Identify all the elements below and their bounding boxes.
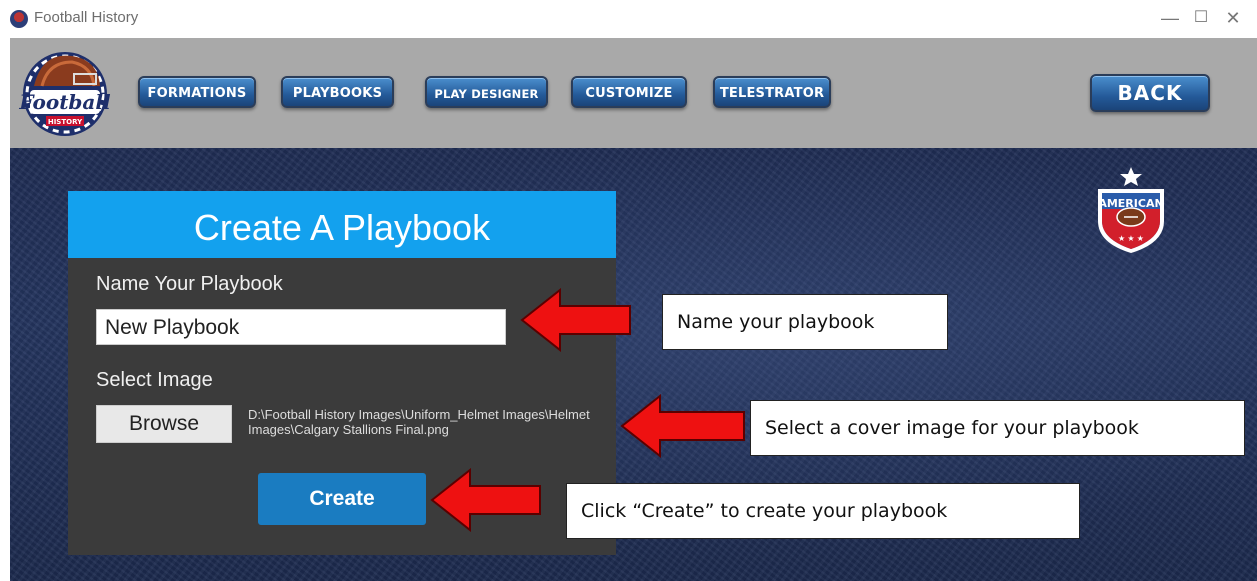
nav-telestrator-button[interactable]: TELESTRATOR [713, 76, 831, 108]
top-toolbar: Football HISTORY FORMATIONS PLAYBOOKS PL… [10, 38, 1257, 148]
back-button[interactable]: BACK [1090, 74, 1210, 112]
window-titlebar: Football History — ☐ ✕ [0, 0, 1257, 38]
nav-customize-button[interactable]: CUSTOMIZE [571, 76, 687, 108]
svg-text:★ ★ ★: ★ ★ ★ [1118, 234, 1144, 243]
close-icon[interactable]: ✕ [1220, 6, 1246, 30]
create-button[interactable]: Create [258, 473, 426, 525]
logo-subtext: HISTORY [48, 118, 83, 126]
selected-image-path: D:\Football History Images\Uniform_Helme… [248, 407, 590, 437]
playbook-name-input[interactable]: New Playbook [96, 309, 506, 345]
nav-playbooks-button[interactable]: PLAYBOOKS [281, 76, 394, 108]
name-callout: Name your playbook [662, 294, 948, 350]
browse-button[interactable]: Browse [96, 405, 232, 443]
image-callout: Select a cover image for your playbook [750, 400, 1245, 456]
dialog-title: Create A Playbook [68, 191, 616, 258]
select-image-label: Select Image [96, 369, 213, 391]
window-title: Football History [34, 9, 139, 26]
arrow-left-icon [430, 468, 541, 532]
minimize-icon[interactable]: — [1157, 6, 1183, 30]
badge-text: AMERICAN [1098, 197, 1163, 210]
football-history-logo[interactable]: Football HISTORY [12, 46, 118, 138]
arrow-left-icon [520, 288, 631, 352]
arrow-left-icon [620, 394, 745, 458]
maximize-icon[interactable]: ☐ [1188, 6, 1214, 30]
nav-play-designer-button[interactable]: PLAY DESIGNER [425, 76, 548, 108]
create-callout: Click “Create” to create your playbook [566, 483, 1080, 539]
logo-text: Football [18, 90, 111, 114]
nav-formations-button[interactable]: FORMATIONS [138, 76, 256, 108]
name-playbook-label: Name Your Playbook [96, 273, 283, 295]
app-icon [10, 10, 28, 28]
american-football-badge: AMERICAN ★ ★ ★ [1098, 167, 1164, 253]
